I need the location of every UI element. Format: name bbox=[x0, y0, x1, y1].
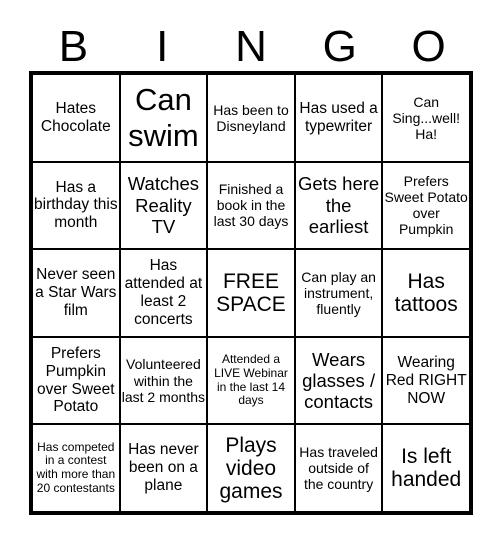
bingo-card: Hates Chocolate Can swim Has been to Dis… bbox=[29, 71, 473, 515]
header-letter-b: B bbox=[58, 22, 89, 71]
bingo-cell[interactable]: Has a birthday this month bbox=[32, 161, 120, 250]
bingo-cell[interactable]: Watches Reality TV bbox=[119, 161, 208, 250]
bingo-cell[interactable]: Can play an instrument, fluently bbox=[294, 249, 383, 337]
bingo-cell[interactable]: Has never been on a plane bbox=[119, 424, 208, 512]
bingo-cell[interactable]: Wearing Red RIGHT NOW bbox=[382, 336, 470, 425]
bingo-cell[interactable]: Has attended at least 2 concerts bbox=[119, 249, 208, 337]
bingo-cell[interactable]: Gets here the earliest bbox=[294, 161, 383, 250]
bingo-cell[interactable]: Never seen a Star Wars film bbox=[32, 249, 120, 337]
bingo-cell[interactable]: Hates Chocolate bbox=[32, 74, 120, 162]
bingo-cell[interactable]: Can Sing...well! Ha! bbox=[382, 74, 470, 162]
bingo-cell[interactable]: Has been to Disneyland bbox=[207, 74, 295, 162]
bingo-cell[interactable]: Has traveled outside of the country bbox=[294, 424, 383, 512]
header-letter-o: O bbox=[411, 22, 446, 71]
bingo-header: B I N G O bbox=[29, 22, 473, 72]
bingo-cell[interactable]: Attended a LIVE Webinar in the last 14 d… bbox=[207, 336, 295, 425]
bingo-cell[interactable]: Prefers Pumpkin over Sweet Potato bbox=[32, 336, 120, 425]
header-letter-n: N bbox=[235, 22, 267, 71]
header-letter-i: I bbox=[156, 22, 169, 71]
bingo-cell[interactable]: Wears glasses / contacts bbox=[294, 336, 383, 425]
bingo-cell[interactable]: Plays video games bbox=[207, 424, 295, 512]
free-space-cell[interactable]: FREE SPACE bbox=[207, 249, 295, 337]
bingo-cell[interactable]: Can swim bbox=[119, 74, 208, 162]
bingo-cell[interactable]: Prefers Sweet Potato over Pumpkin bbox=[382, 161, 470, 250]
bingo-cell[interactable]: Has tattoos bbox=[382, 249, 470, 337]
bingo-cell[interactable]: Has competed in a contest with more than… bbox=[32, 424, 120, 512]
bingo-cell[interactable]: Has used a typewriter bbox=[294, 74, 383, 162]
bingo-cell[interactable]: Volunteered within the last 2 months bbox=[119, 336, 208, 425]
header-letter-g: G bbox=[322, 22, 357, 71]
bingo-cell[interactable]: Finished a book in the last 30 days bbox=[207, 161, 295, 250]
bingo-cell[interactable]: Is left handed bbox=[382, 424, 470, 512]
